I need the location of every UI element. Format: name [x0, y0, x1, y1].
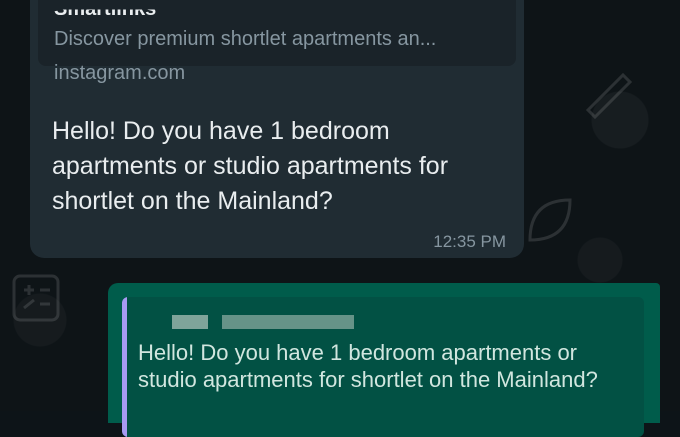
- quote-accent-bar: [122, 297, 127, 437]
- outgoing-message-bubble[interactable]: Hello! Do you have 1 bedroom apartments …: [108, 283, 660, 437]
- message-text: Hello! Do you have 1 bedroom apartments …: [52, 117, 449, 215]
- quoted-message-text: Hello! Do you have 1 bedroom apartments …: [138, 340, 598, 392]
- link-preview[interactable]: Smartlinks Discover premium shortlet apa…: [38, 0, 516, 84]
- link-domain: instagram.com: [54, 62, 186, 84]
- link-site-name: Smartlinks: [54, 0, 157, 21]
- pencil-icon: [585, 72, 633, 120]
- redacted-author-number: [222, 315, 354, 329]
- quoted-message[interactable]: Hello! Do you have 1 bedroom apartments …: [122, 297, 644, 437]
- message-time: 12:35 PM: [433, 232, 506, 251]
- leaf-icon: [528, 198, 572, 242]
- incoming-message-bubble[interactable]: Smartlinks Discover premium shortlet apa…: [30, 0, 524, 258]
- calculator-icon: [12, 274, 60, 322]
- redacted-author-name: [172, 315, 208, 329]
- link-description: Discover premium shortlet apartments an.…: [54, 28, 437, 50]
